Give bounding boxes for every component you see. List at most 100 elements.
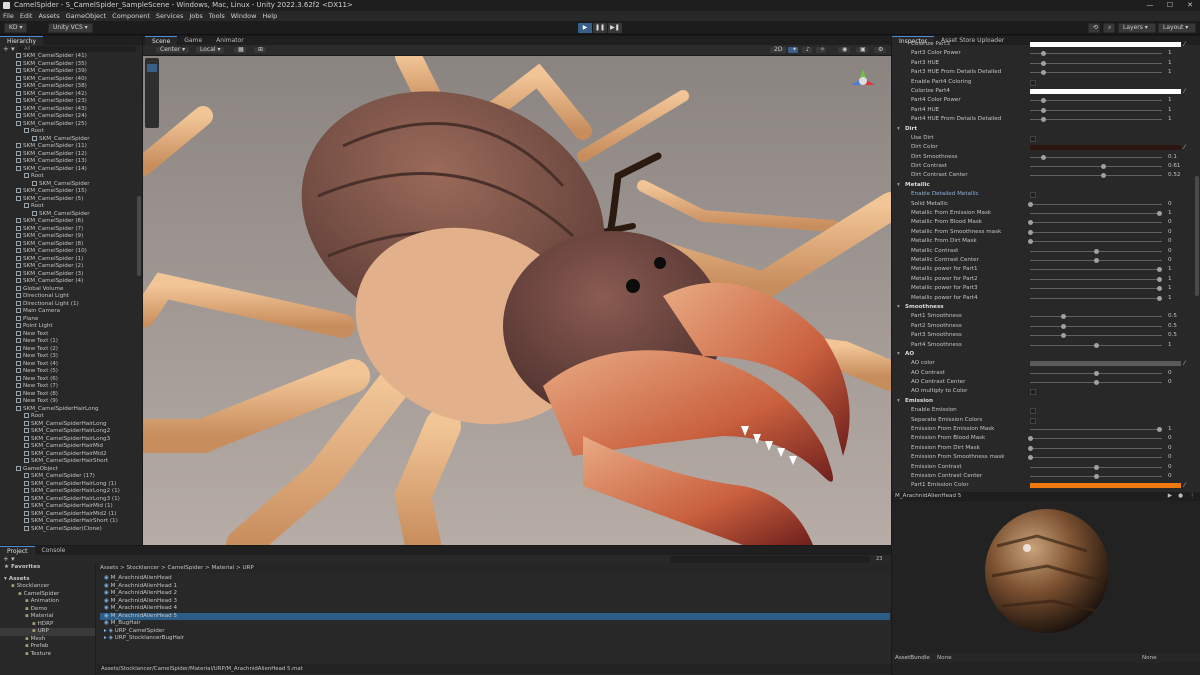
- assetbundle-variant-dropdown[interactable]: None: [1142, 653, 1187, 663]
- property-value-field[interactable]: 1: [1168, 294, 1172, 303]
- hierarchy-item[interactable]: SKM_CamelSpider (7): [0, 225, 136, 234]
- hierarchy-item[interactable]: SKM_CamelSpider (17): [0, 473, 136, 481]
- menu-tools[interactable]: Tools: [209, 11, 225, 21]
- property-value-field[interactable]: 0.61: [1168, 162, 1180, 171]
- property-value-field[interactable]: 0: [1168, 444, 1172, 453]
- property-slider[interactable]: [1028, 201, 1162, 207]
- slider-knob[interactable]: [1094, 342, 1099, 348]
- hierarchy-item[interactable]: SKM_CamelSpider (6): [0, 218, 136, 226]
- asset-item[interactable]: ◉ M_ArachnidAlienHead 2: [100, 590, 890, 598]
- hierarchy-item[interactable]: Plane: [0, 315, 136, 324]
- property-value-field[interactable]: 1: [1168, 341, 1172, 350]
- slider-knob[interactable]: [1041, 51, 1047, 57]
- property-value-field[interactable]: 1: [1168, 209, 1172, 218]
- project-add-icon[interactable]: + ▾: [3, 555, 15, 564]
- history-icon[interactable]: ⟲: [1088, 23, 1100, 33]
- slider-knob[interactable]: [1028, 239, 1033, 245]
- hierarchy-item[interactable]: SKM_CamelSpider (35): [0, 60, 136, 69]
- hierarchy-item[interactable]: SKM_CamelSpider (1): [0, 255, 136, 264]
- property-checkbox[interactable]: [1030, 192, 1036, 199]
- property-value-field[interactable]: 0: [1168, 228, 1172, 237]
- property-slider[interactable]: [1030, 473, 1162, 479]
- property-checkbox[interactable]: [1030, 389, 1036, 396]
- hierarchy-item[interactable]: New Text (9): [0, 398, 136, 406]
- slider-knob[interactable]: [1028, 455, 1033, 461]
- hierarchy-item[interactable]: New Text (3): [0, 353, 136, 361]
- folder-item[interactable]: ▪ Demo: [0, 606, 95, 614]
- property-slider[interactable]: [1028, 229, 1162, 235]
- property-slider[interactable]: [1030, 333, 1162, 339]
- asset-item[interactable]: ▸ ◈ URP_StocklancerBugHair: [100, 635, 890, 643]
- property-slider[interactable]: [1028, 239, 1162, 245]
- preview-play-icon[interactable]: ▶: [1168, 492, 1172, 501]
- snap-icon[interactable]: ⊞: [253, 46, 267, 54]
- close-button[interactable]: ✕: [1180, 0, 1200, 11]
- camera-icon[interactable]: ▣: [855, 46, 869, 54]
- hierarchy-item[interactable]: SKM_CamelSpider (24): [0, 113, 136, 121]
- hierarchy-item[interactable]: New Text (6): [0, 375, 136, 384]
- hierarchy-item[interactable]: SKM_CamelSpider (9): [0, 233, 136, 241]
- 2d-toggle[interactable]: 2D: [769, 46, 788, 54]
- property-value-field[interactable]: 0: [1168, 200, 1172, 209]
- hierarchy-item[interactable]: SKM_CamelSpider (14): [0, 165, 136, 174]
- hierarchy-item[interactable]: New Text (4): [0, 360, 136, 369]
- hierarchy-item[interactable]: SKM_CamelSpider (25): [0, 120, 136, 129]
- tab-scene[interactable]: Scene: [145, 36, 178, 45]
- property-slider[interactable]: [1030, 370, 1162, 376]
- tab-project[interactable]: Project: [0, 546, 35, 555]
- property-checkbox[interactable]: [1030, 135, 1036, 142]
- property-slider[interactable]: [1030, 51, 1162, 57]
- hierarchy-item[interactable]: Point Light: [0, 323, 136, 331]
- property-slider[interactable]: [1030, 164, 1162, 170]
- hierarchy-item[interactable]: SKM_CamelSpider (10): [0, 248, 136, 256]
- eyedropper-icon[interactable]: ⁄: [1184, 87, 1185, 96]
- property-value-field[interactable]: 0.5: [1168, 312, 1177, 321]
- slider-knob[interactable]: [1041, 107, 1047, 113]
- slider-knob[interactable]: [1094, 257, 1099, 263]
- property-value-field[interactable]: 0: [1168, 369, 1172, 378]
- preview-sphere-icon[interactable]: ●: [1178, 492, 1183, 501]
- favorites-item[interactable]: ★ Favorites: [0, 564, 95, 572]
- slider-knob[interactable]: [1028, 445, 1033, 451]
- hierarchy-item[interactable]: New Text (2): [0, 345, 136, 354]
- property-value-field[interactable]: 1: [1168, 115, 1172, 124]
- minimize-button[interactable]: —: [1140, 0, 1160, 11]
- asset-item[interactable]: ◉ M_ArachnidAlienHead 5: [100, 612, 890, 620]
- property-slider[interactable]: [1030, 427, 1163, 433]
- maximize-button[interactable]: ☐: [1160, 0, 1180, 11]
- property-value-field[interactable]: 1: [1168, 284, 1172, 293]
- hierarchy-item[interactable]: SKM_CamelSpiderHairLong (1): [0, 480, 136, 489]
- hierarchy-item[interactable]: Root: [0, 203, 136, 211]
- property-slider[interactable]: [1030, 276, 1163, 282]
- slider-knob[interactable]: [1157, 286, 1163, 292]
- property-slider[interactable]: [1030, 211, 1163, 217]
- folder-item[interactable]: ▪ URP: [0, 628, 95, 636]
- property-slider[interactable]: [1030, 295, 1163, 301]
- asset-item[interactable]: ◉ M_BugHair: [100, 620, 890, 628]
- hierarchy-item[interactable]: Main Camera: [0, 308, 136, 316]
- hierarchy-item[interactable]: SKM_CamelSpiderHairMid2 (1): [0, 510, 136, 519]
- tab-console[interactable]: Console: [34, 546, 73, 555]
- asset-item[interactable]: ◉ M_ArachnidAlienHead 4: [100, 605, 890, 613]
- slider-knob[interactable]: [1041, 98, 1047, 104]
- lighting-icon[interactable]: ✦: [787, 46, 799, 54]
- hierarchy-item[interactable]: SKM_CamelSpider (12): [0, 150, 136, 159]
- slider-knob[interactable]: [1094, 473, 1099, 479]
- space-dropdown[interactable]: Local ▾: [195, 46, 226, 54]
- slider-knob[interactable]: [1100, 164, 1106, 170]
- hierarchy-item[interactable]: New Text (1): [0, 338, 136, 346]
- folder-item[interactable]: ▪ Texture: [0, 651, 95, 659]
- section-header[interactable]: Smoothness: [905, 304, 944, 310]
- hierarchy-item[interactable]: SKM_CamelSpider (13): [0, 158, 136, 166]
- hierarchy-item[interactable]: Root: [0, 413, 136, 421]
- menu-gameobject[interactable]: GameObject: [66, 11, 107, 21]
- visibility-icon[interactable]: ◉: [837, 46, 851, 54]
- assets-root-item[interactable]: ▾ Assets: [0, 576, 95, 584]
- hierarchy-item[interactable]: SKM_CamelSpider: [0, 210, 136, 219]
- hierarchy-item[interactable]: SKM_CamelSpiderHairLong: [0, 405, 136, 414]
- section-header[interactable]: Dirt: [905, 126, 917, 132]
- property-slider[interactable]: [1030, 248, 1162, 254]
- property-value-field[interactable]: 0: [1168, 463, 1172, 472]
- folder-item[interactable]: ▪ HDRP: [0, 621, 95, 629]
- property-slider[interactable]: [1030, 107, 1162, 113]
